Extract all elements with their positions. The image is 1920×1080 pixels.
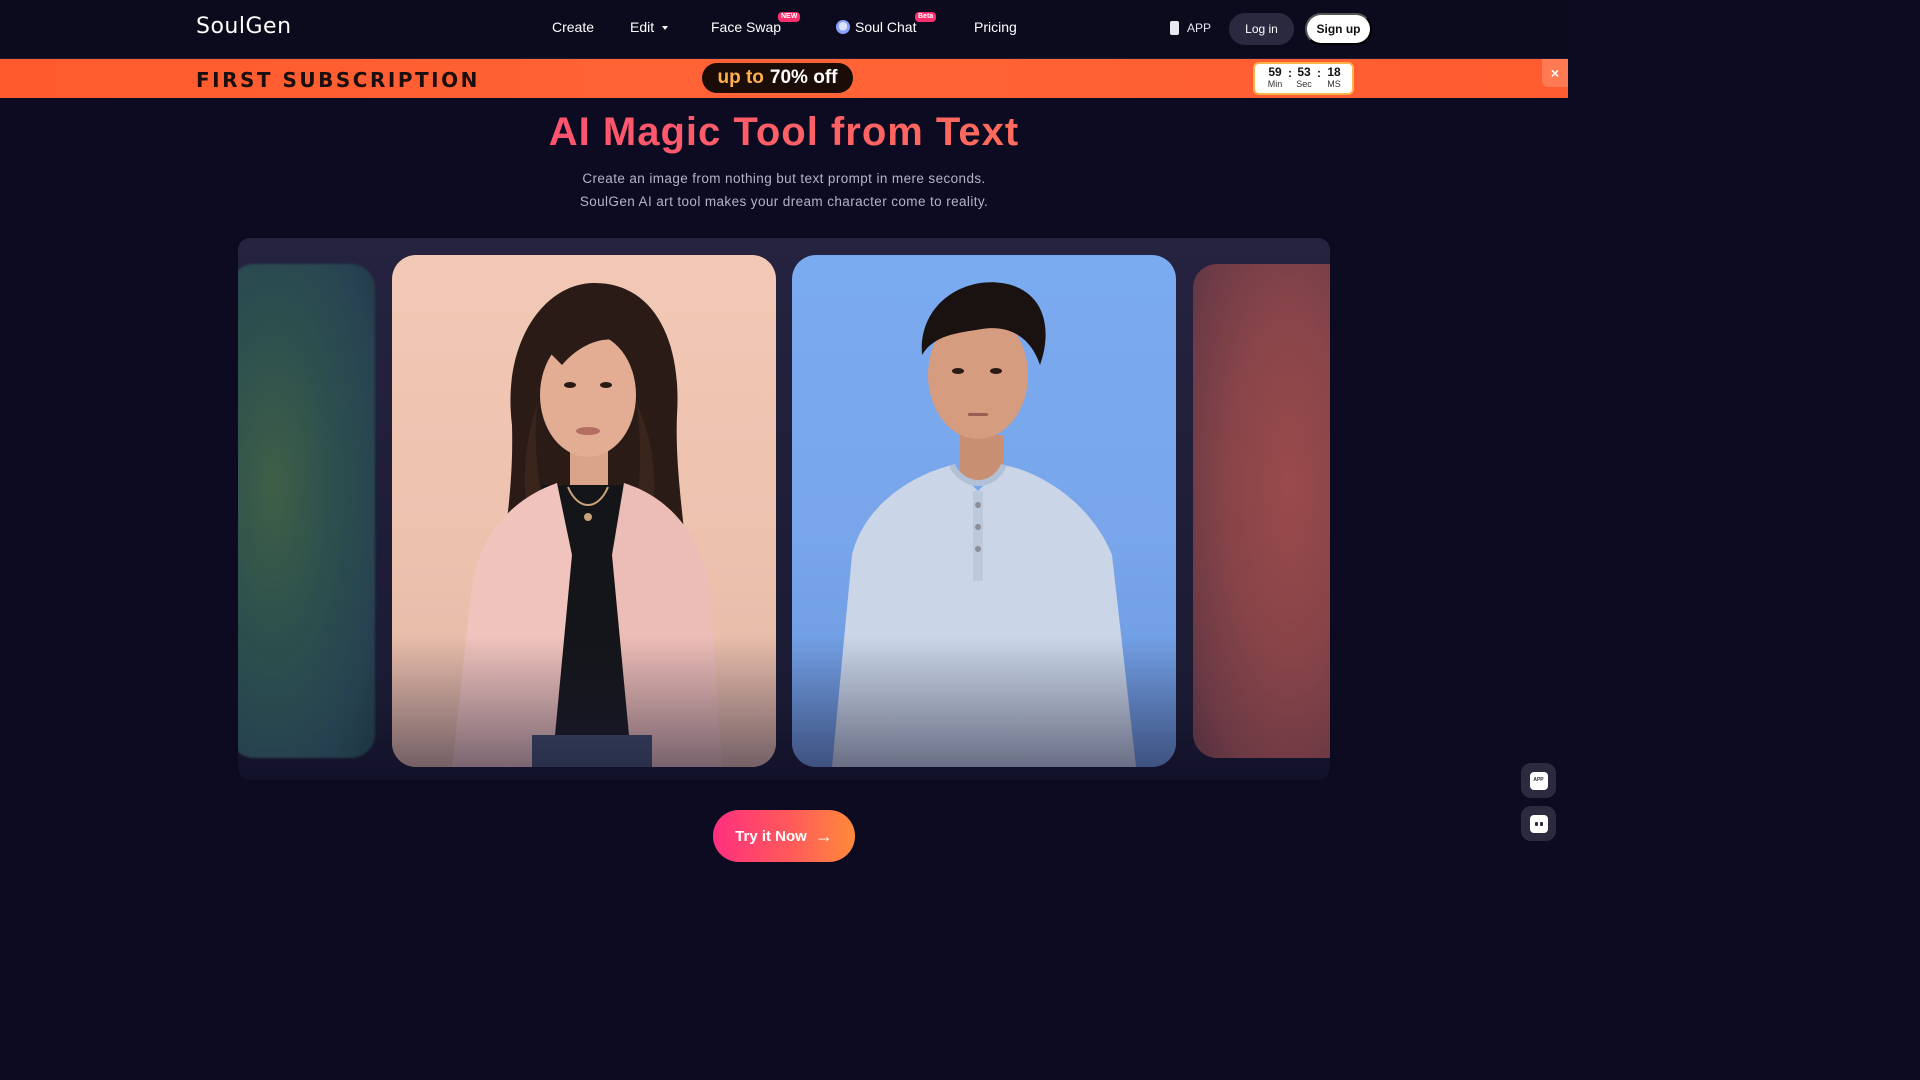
card-fade-overlay xyxy=(792,637,1176,767)
arrow-right-icon: → xyxy=(814,826,833,846)
top-nav-bar: SoulGen Create Edit Face Swap NEW Soul C… xyxy=(0,0,1568,59)
login-button[interactable]: Log in xyxy=(1229,13,1294,45)
nav-create[interactable]: Create xyxy=(552,19,594,35)
carousel-card-woman-portrait[interactable] xyxy=(392,255,776,767)
soul-chat-icon xyxy=(836,20,850,34)
timer-seconds-value: 53 xyxy=(1297,65,1311,79)
try-it-now-label: Try it Now xyxy=(735,827,807,845)
app-download-link[interactable]: APP xyxy=(1170,21,1211,35)
try-it-now-button[interactable]: Try it Now → xyxy=(713,810,855,862)
hero-title: AI Magic Tool from Text xyxy=(0,110,1568,155)
signup-button[interactable]: Sign up xyxy=(1305,13,1372,45)
timer-minutes-label: Min xyxy=(1267,79,1283,89)
carousel-card-man-portrait[interactable] xyxy=(792,255,1176,767)
caret-down-icon xyxy=(662,25,669,30)
hero-subtitle-line1: Create an image from nothing but text pr… xyxy=(582,171,986,186)
discount-upto: up to xyxy=(717,67,764,88)
app-icon-label: APP xyxy=(1533,776,1544,783)
beta-badge: Beta xyxy=(915,12,937,22)
timer-ms-label: MS xyxy=(1327,79,1341,89)
nav-create-label: Create xyxy=(552,19,595,35)
promo-banner[interactable]: FIRST SUBSCRIPTION up to 70% off 59 Min … xyxy=(0,59,1568,98)
countdown-timer: 59 Min : 53 Sec : 18 MS xyxy=(1253,62,1354,95)
timer-seconds: 53 Sec xyxy=(1293,66,1315,90)
carousel-card-next[interactable] xyxy=(1193,264,1330,758)
floating-app-button[interactable]: APP xyxy=(1521,763,1556,798)
chatbot-icon xyxy=(1529,814,1548,833)
timer-separator: : xyxy=(1317,66,1321,80)
timer-ms: 18 MS xyxy=(1323,66,1345,90)
timer-minutes: 59 Min xyxy=(1264,66,1286,90)
soulgen-logo[interactable]: SoulGen xyxy=(196,14,292,39)
carousel-card-previous[interactable] xyxy=(238,264,375,758)
app-icon: APP xyxy=(1529,771,1548,790)
timer-minutes-value: 59 xyxy=(1268,65,1282,79)
chatbot-eye-left xyxy=(1534,821,1538,826)
page: SoulGen Create Edit Face Swap NEW Soul C… xyxy=(0,0,1568,882)
app-link-label: APP xyxy=(1187,21,1212,35)
hero-subtitle-line2: SoulGen AI art tool makes your dream cha… xyxy=(579,194,989,209)
discount-percent: 70% off xyxy=(769,67,838,88)
promo-title: FIRST SUBSCRIPTION xyxy=(196,68,480,92)
close-icon[interactable]: × xyxy=(1542,59,1568,87)
chatbot-eye-right xyxy=(1539,821,1543,826)
nav-soul-chat-label: Soul Chat xyxy=(855,19,917,35)
image-carousel[interactable] xyxy=(238,238,1330,780)
nav-soul-chat[interactable]: Soul Chat Beta xyxy=(836,12,937,35)
card-fade-overlay xyxy=(392,637,776,767)
floating-chatbot-button[interactable] xyxy=(1521,806,1556,841)
nav-edit-dropdown[interactable]: Edit xyxy=(630,19,669,35)
phone-icon xyxy=(1170,21,1179,35)
new-badge: NEW xyxy=(778,12,801,22)
nav-pricing-label: Pricing xyxy=(974,19,1017,35)
nav-face-swap[interactable]: Face Swap NEW xyxy=(711,12,801,35)
timer-ms-value: 18 xyxy=(1327,65,1341,79)
timer-separator: : xyxy=(1288,66,1292,80)
nav-pricing[interactable]: Pricing xyxy=(974,19,1017,35)
timer-seconds-label: Sec xyxy=(1296,79,1312,89)
discount-pill: up to 70% off xyxy=(702,63,853,93)
nav-edit-label: Edit xyxy=(630,19,655,35)
nav-face-swap-label: Face Swap xyxy=(711,19,782,35)
